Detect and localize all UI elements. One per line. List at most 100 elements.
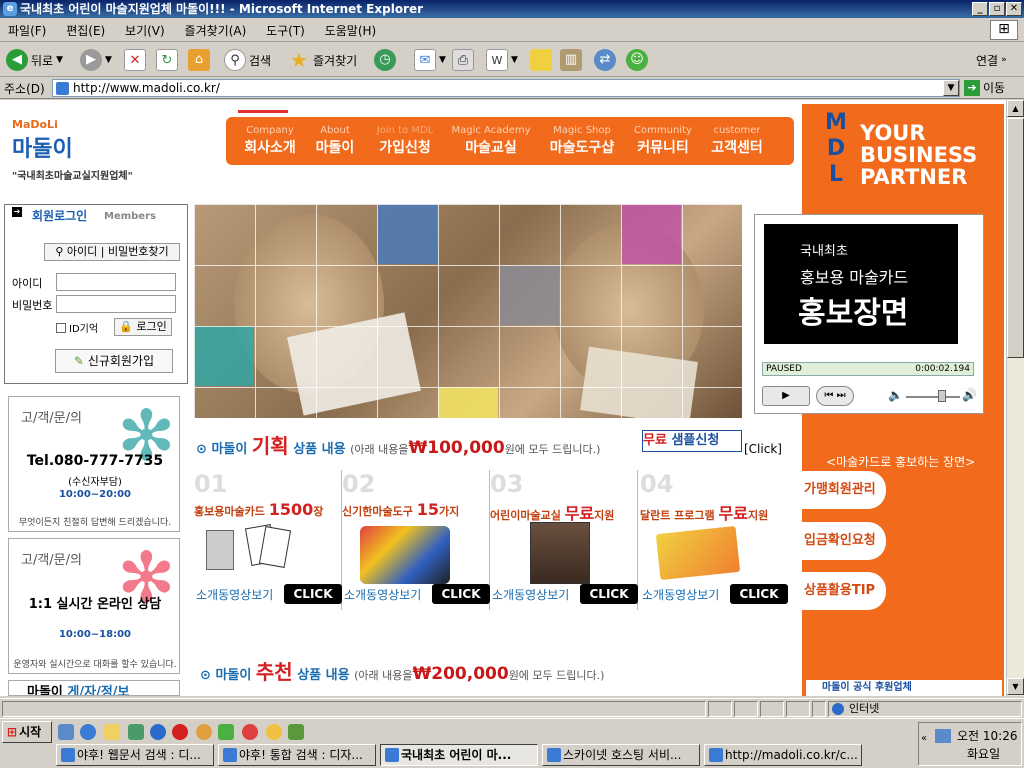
search-button[interactable]: ⚲ 검색 [224, 48, 271, 72]
volume-thumb[interactable] [938, 390, 946, 402]
customer-phone-box[interactable]: ✻ 고/객/문/의 Tel.080-777-7735 (수신자부담) 10:00… [8, 396, 180, 532]
edit-button[interactable]: W ▼ [486, 48, 518, 72]
banner-line2: BUSINESS [860, 143, 978, 167]
scroll-thumb[interactable] [1007, 118, 1024, 358]
quicklaunch-folder-icon[interactable] [104, 724, 120, 740]
product-video-link[interactable]: 소개동영상보기 [642, 586, 719, 603]
go-button[interactable]: ➔ 이동 [964, 79, 1022, 97]
side-btn-deposit-confirm[interactable]: 입금확인요청 [802, 522, 886, 560]
menu-file[interactable]: 파일(F) [0, 18, 54, 43]
nav-join[interactable]: Join to MDL 가입신청 [372, 125, 438, 157]
menu-favorites[interactable]: 즐겨찾기(A) [177, 18, 255, 43]
nav-customer[interactable]: customer 고객센터 [702, 125, 772, 157]
quicklaunch-app-icon[interactable] [128, 724, 144, 740]
site-logo[interactable]: MaDoLi 마돌이 "국내최초마술교실지원업체" [12, 118, 182, 188]
product-click-button[interactable]: CLICK [580, 584, 638, 604]
customer-board-box[interactable]: 마돌이 게/자/정/보 [8, 680, 180, 696]
find-id-password-button[interactable]: ⚲ 아이디 | 비밀번호찾기 [44, 243, 180, 261]
back-button[interactable]: ◀ 뒤로 ▼ [6, 48, 63, 72]
mail-icon: ✉ [414, 49, 436, 71]
quicklaunch-ie-icon[interactable] [80, 724, 96, 740]
home-button[interactable]: ⌂ [188, 48, 210, 72]
stop-button[interactable]: ✕ [124, 48, 146, 72]
product-video-link[interactable]: 소개동영상보기 [492, 586, 569, 603]
nav-about[interactable]: About 마돌이 [310, 125, 360, 157]
globe-icon [832, 703, 844, 715]
password-input[interactable] [56, 295, 176, 313]
star-icon: ★ [290, 48, 308, 72]
forward-button[interactable]: ▶ ▼ [80, 48, 112, 72]
product-click-button[interactable]: CLICK [284, 584, 342, 604]
product-video-link[interactable]: 소개동영상보기 [344, 586, 421, 603]
task-skynet-hosting[interactable]: 스카이넷 호스팅 서비... [542, 744, 700, 766]
task-madoli-url[interactable]: http://madoli.co.kr/c... [704, 744, 862, 766]
menu-tools[interactable]: 도구(T) [258, 18, 313, 43]
menu-help[interactable]: 도움말(H) [317, 18, 385, 43]
quicklaunch-messenger-icon[interactable] [218, 724, 234, 740]
printer-icon: ⎙ [452, 49, 474, 71]
signup-button[interactable]: ✎ 신규회원가입 [55, 349, 173, 373]
save-id-checkbox[interactable]: ID기억 [56, 320, 98, 335]
discuss-button[interactable] [530, 48, 552, 72]
task-yahoo-unified-search[interactable]: 야후! 통합 검색 : 디자... [218, 744, 376, 766]
side-btn-member-manage[interactable]: 가맹회원관리 [802, 471, 886, 509]
favorites-button[interactable]: ★ 즐겨찾기 [288, 48, 357, 72]
menu-view[interactable]: 보기(V) [117, 18, 173, 43]
minimize-button[interactable]: _ [972, 2, 988, 16]
clock-time[interactable]: 오전 10:26 [957, 727, 1017, 744]
free-sample-click[interactable]: [Click] [744, 442, 782, 456]
vertical-scrollbar[interactable]: ▲ ▼ [1006, 100, 1024, 696]
arrow-right-icon: ➔ [12, 207, 22, 217]
network-icon[interactable] [935, 729, 951, 743]
quicklaunch-desktop-icon[interactable] [58, 724, 74, 740]
nav-shop[interactable]: Magic Shop 마술도구샵 [542, 125, 622, 157]
product-click-button[interactable]: CLICK [432, 584, 490, 604]
task-yahoo-web-search[interactable]: 야후! 웹문서 검색 : 디... [56, 744, 214, 766]
transfer-button[interactable]: ⇄ [594, 48, 616, 72]
ie-icon [385, 748, 399, 762]
product-click-button[interactable]: CLICK [730, 584, 788, 604]
side-btn-product-tip[interactable]: 상품활용TIP [802, 572, 886, 610]
address-input[interactable]: http://www.madoli.co.kr/ [52, 79, 960, 97]
sponsor-banner[interactable]: 마돌이 공식 후원업체 [806, 680, 1002, 696]
task-madoli-active[interactable]: 국내최초 어린이 마... [380, 744, 538, 766]
history-button[interactable]: ◷ [374, 48, 396, 72]
customer-chat-box[interactable]: ✻ 고/객/문/의 1:1 실시간 온라인 상담 10:00~18:00 운영자… [8, 538, 180, 674]
free-sample-button[interactable]: 무료 샘플신청 [642, 430, 742, 452]
letter-l: L [828, 162, 844, 187]
volume-slider[interactable] [906, 396, 960, 398]
maximize-button[interactable]: ▫ [989, 2, 1005, 16]
mail-button[interactable]: ✉ ▼ [414, 48, 446, 72]
quicklaunch-app2-icon[interactable] [242, 724, 258, 740]
customer1-tel: Tel.080-777-7735 [26, 453, 164, 469]
quicklaunch-clock-icon[interactable] [196, 724, 212, 740]
play-button[interactable]: ▶ [762, 386, 810, 406]
scroll-down-icon[interactable]: ▼ [1007, 678, 1024, 695]
research-button[interactable]: ▥ [560, 48, 582, 72]
print-button[interactable]: ⎙ [452, 48, 474, 72]
task-label: 국내최초 어린이 마... [401, 748, 512, 762]
quicklaunch-media-icon[interactable] [172, 724, 188, 740]
nav-en-label: Company [246, 125, 294, 136]
start-button[interactable]: ⊞ 시작 [2, 721, 52, 743]
quicklaunch-app4-icon[interactable] [288, 724, 304, 740]
quicklaunch-app3-icon[interactable] [266, 724, 282, 740]
word-icon: W [486, 49, 508, 71]
video-screen[interactable]: 국내최초 홍보용 마술카드 홍보장면 [764, 224, 958, 344]
address-dropdown-icon[interactable]: ▼ [943, 80, 959, 96]
close-button[interactable]: ✕ [1006, 2, 1022, 16]
refresh-button[interactable]: ↻ [156, 48, 178, 72]
login-button[interactable]: 🔒 로그인 [114, 318, 172, 336]
id-input[interactable] [56, 273, 176, 291]
messenger-button[interactable]: ☺ [626, 48, 648, 72]
menu-edit[interactable]: 편집(E) [58, 18, 113, 43]
skip-buttons[interactable]: ⏮ ⏭ [816, 386, 854, 406]
scroll-up-icon[interactable]: ▲ [1007, 100, 1024, 117]
product-video-link[interactable]: 소개동영상보기 [196, 586, 273, 603]
links-button[interactable]: 연결 » [976, 48, 1007, 72]
nav-company[interactable]: Company 회사소개 [238, 125, 302, 157]
nav-academy[interactable]: Magic Academy 마술교실 [450, 125, 532, 157]
nav-community[interactable]: Community 커뮤니티 [630, 125, 696, 157]
tray-expand-icon[interactable]: « [921, 733, 927, 744]
quicklaunch-browser-icon[interactable] [150, 724, 166, 740]
